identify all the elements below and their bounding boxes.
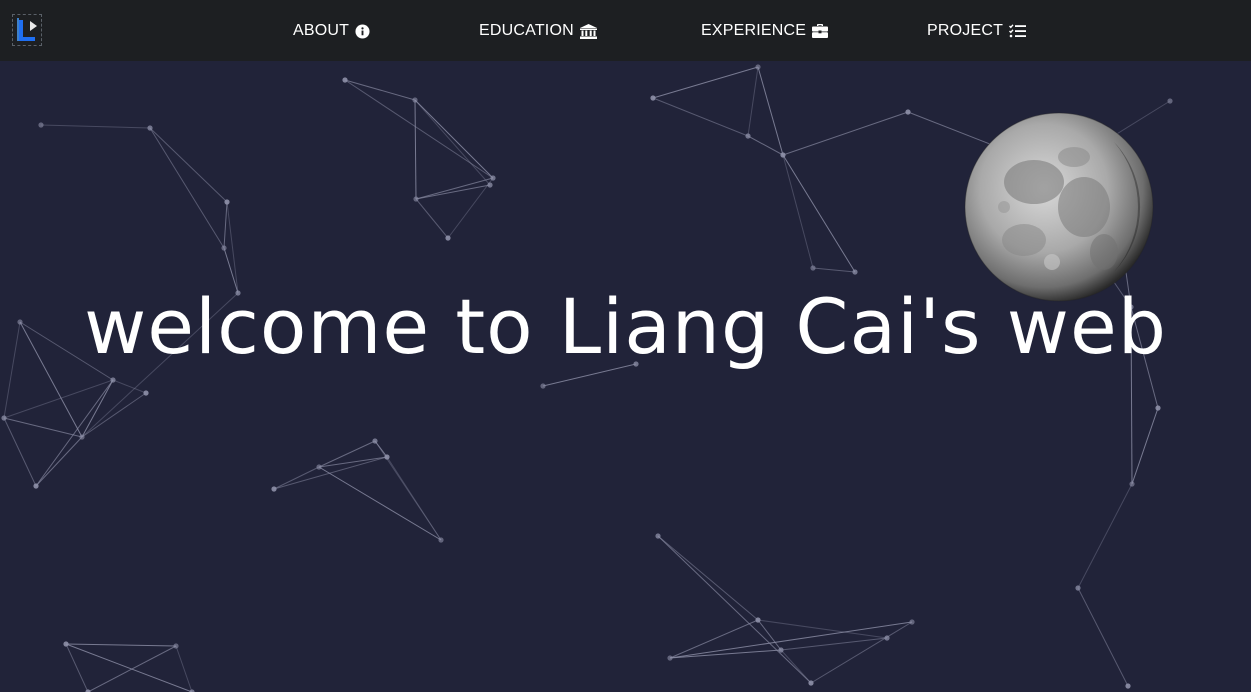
network-node	[780, 152, 786, 158]
network-link	[414, 99, 494, 179]
nav-education-label: EDUCATION	[479, 22, 574, 39]
network-node	[755, 64, 761, 70]
nav-project-label: PROJECT	[927, 22, 1004, 39]
network-node	[655, 533, 661, 539]
network-node	[33, 483, 39, 489]
network-link	[782, 154, 814, 269]
network-link	[223, 201, 228, 249]
network-node	[438, 537, 444, 543]
network-link	[812, 267, 856, 273]
network-node	[852, 269, 858, 275]
top-navbar: ABOUT EDUCATION EXPERIENCE PROJECT	[0, 0, 1251, 61]
network-link	[669, 621, 913, 659]
network-node	[316, 464, 322, 470]
network-node	[412, 97, 418, 103]
network-node	[1075, 585, 1081, 591]
network-link	[652, 66, 759, 99]
network-link	[226, 201, 239, 294]
network-link	[747, 135, 784, 156]
network-link	[1077, 587, 1129, 687]
network-node	[445, 235, 451, 241]
network-link	[657, 535, 812, 684]
network-link	[3, 379, 114, 419]
network-link	[40, 124, 151, 129]
network-node	[905, 109, 911, 115]
moon-icon	[964, 112, 1154, 302]
network-node	[384, 454, 390, 460]
network-link	[1131, 407, 1159, 485]
network-node	[755, 617, 761, 623]
network-link	[175, 645, 193, 692]
nav-item-project[interactable]: PROJECT	[927, 21, 1027, 41]
network-link	[65, 643, 177, 647]
network-link	[414, 99, 417, 200]
network-link	[3, 417, 37, 487]
network-node	[224, 199, 230, 205]
network-node	[909, 619, 915, 625]
network-link	[810, 621, 913, 684]
network-node	[221, 245, 227, 251]
network-link	[415, 177, 494, 200]
network-node	[413, 196, 419, 202]
network-link	[414, 99, 491, 186]
network-link	[657, 535, 759, 621]
network-node	[1125, 683, 1131, 689]
network-node	[1129, 481, 1135, 487]
network-node	[63, 641, 69, 647]
network-node	[667, 655, 673, 661]
network-node	[650, 95, 656, 101]
network-link	[747, 66, 759, 137]
nav-item-about[interactable]: ABOUT	[293, 21, 370, 41]
network-node	[147, 125, 153, 131]
network-node	[1, 415, 7, 421]
network-link	[3, 417, 83, 438]
page: ABOUT EDUCATION EXPERIENCE PROJECT welco…	[0, 0, 1251, 692]
info-circle-icon	[355, 23, 370, 39]
nav-item-experience[interactable]: EXPERIENCE	[701, 21, 829, 41]
nav-about-label: ABOUT	[293, 22, 350, 39]
network-link	[81, 392, 147, 438]
network-link	[1077, 483, 1133, 589]
network-link	[81, 379, 114, 438]
network-link	[782, 154, 856, 273]
network-node	[778, 647, 784, 653]
network-node	[1155, 405, 1161, 411]
network-node	[271, 486, 277, 492]
network-node	[490, 175, 496, 181]
network-link	[415, 198, 449, 239]
network-link	[447, 177, 494, 239]
liang-cai-logo-icon[interactable]	[12, 14, 42, 46]
network-link	[782, 111, 909, 156]
network-node	[745, 133, 751, 139]
network-node	[540, 383, 546, 389]
network-node	[810, 265, 816, 271]
network-link	[652, 97, 749, 137]
network-link	[344, 79, 494, 179]
nav-experience-label: EXPERIENCE	[701, 22, 807, 39]
network-node	[38, 122, 44, 128]
university-icon	[579, 23, 597, 39]
network-link	[780, 637, 888, 651]
network-link	[757, 66, 784, 156]
network-node	[173, 643, 179, 649]
network-node	[1167, 98, 1173, 104]
network-link	[35, 379, 114, 487]
tasks-list-icon	[1009, 24, 1027, 38]
briefcase-icon	[812, 24, 829, 38]
hero-title: welcome to Liang Cai's web	[84, 282, 1167, 371]
network-node	[808, 680, 814, 686]
network-node	[143, 390, 149, 396]
network-node	[342, 77, 348, 83]
network-link	[35, 436, 83, 487]
network-node	[110, 377, 116, 383]
network-node	[79, 434, 85, 440]
network-node	[884, 635, 890, 641]
network-link	[318, 466, 442, 541]
network-link	[344, 79, 416, 101]
nav-item-education[interactable]: EDUCATION	[479, 21, 597, 41]
network-node	[487, 182, 493, 188]
network-node	[372, 438, 378, 444]
